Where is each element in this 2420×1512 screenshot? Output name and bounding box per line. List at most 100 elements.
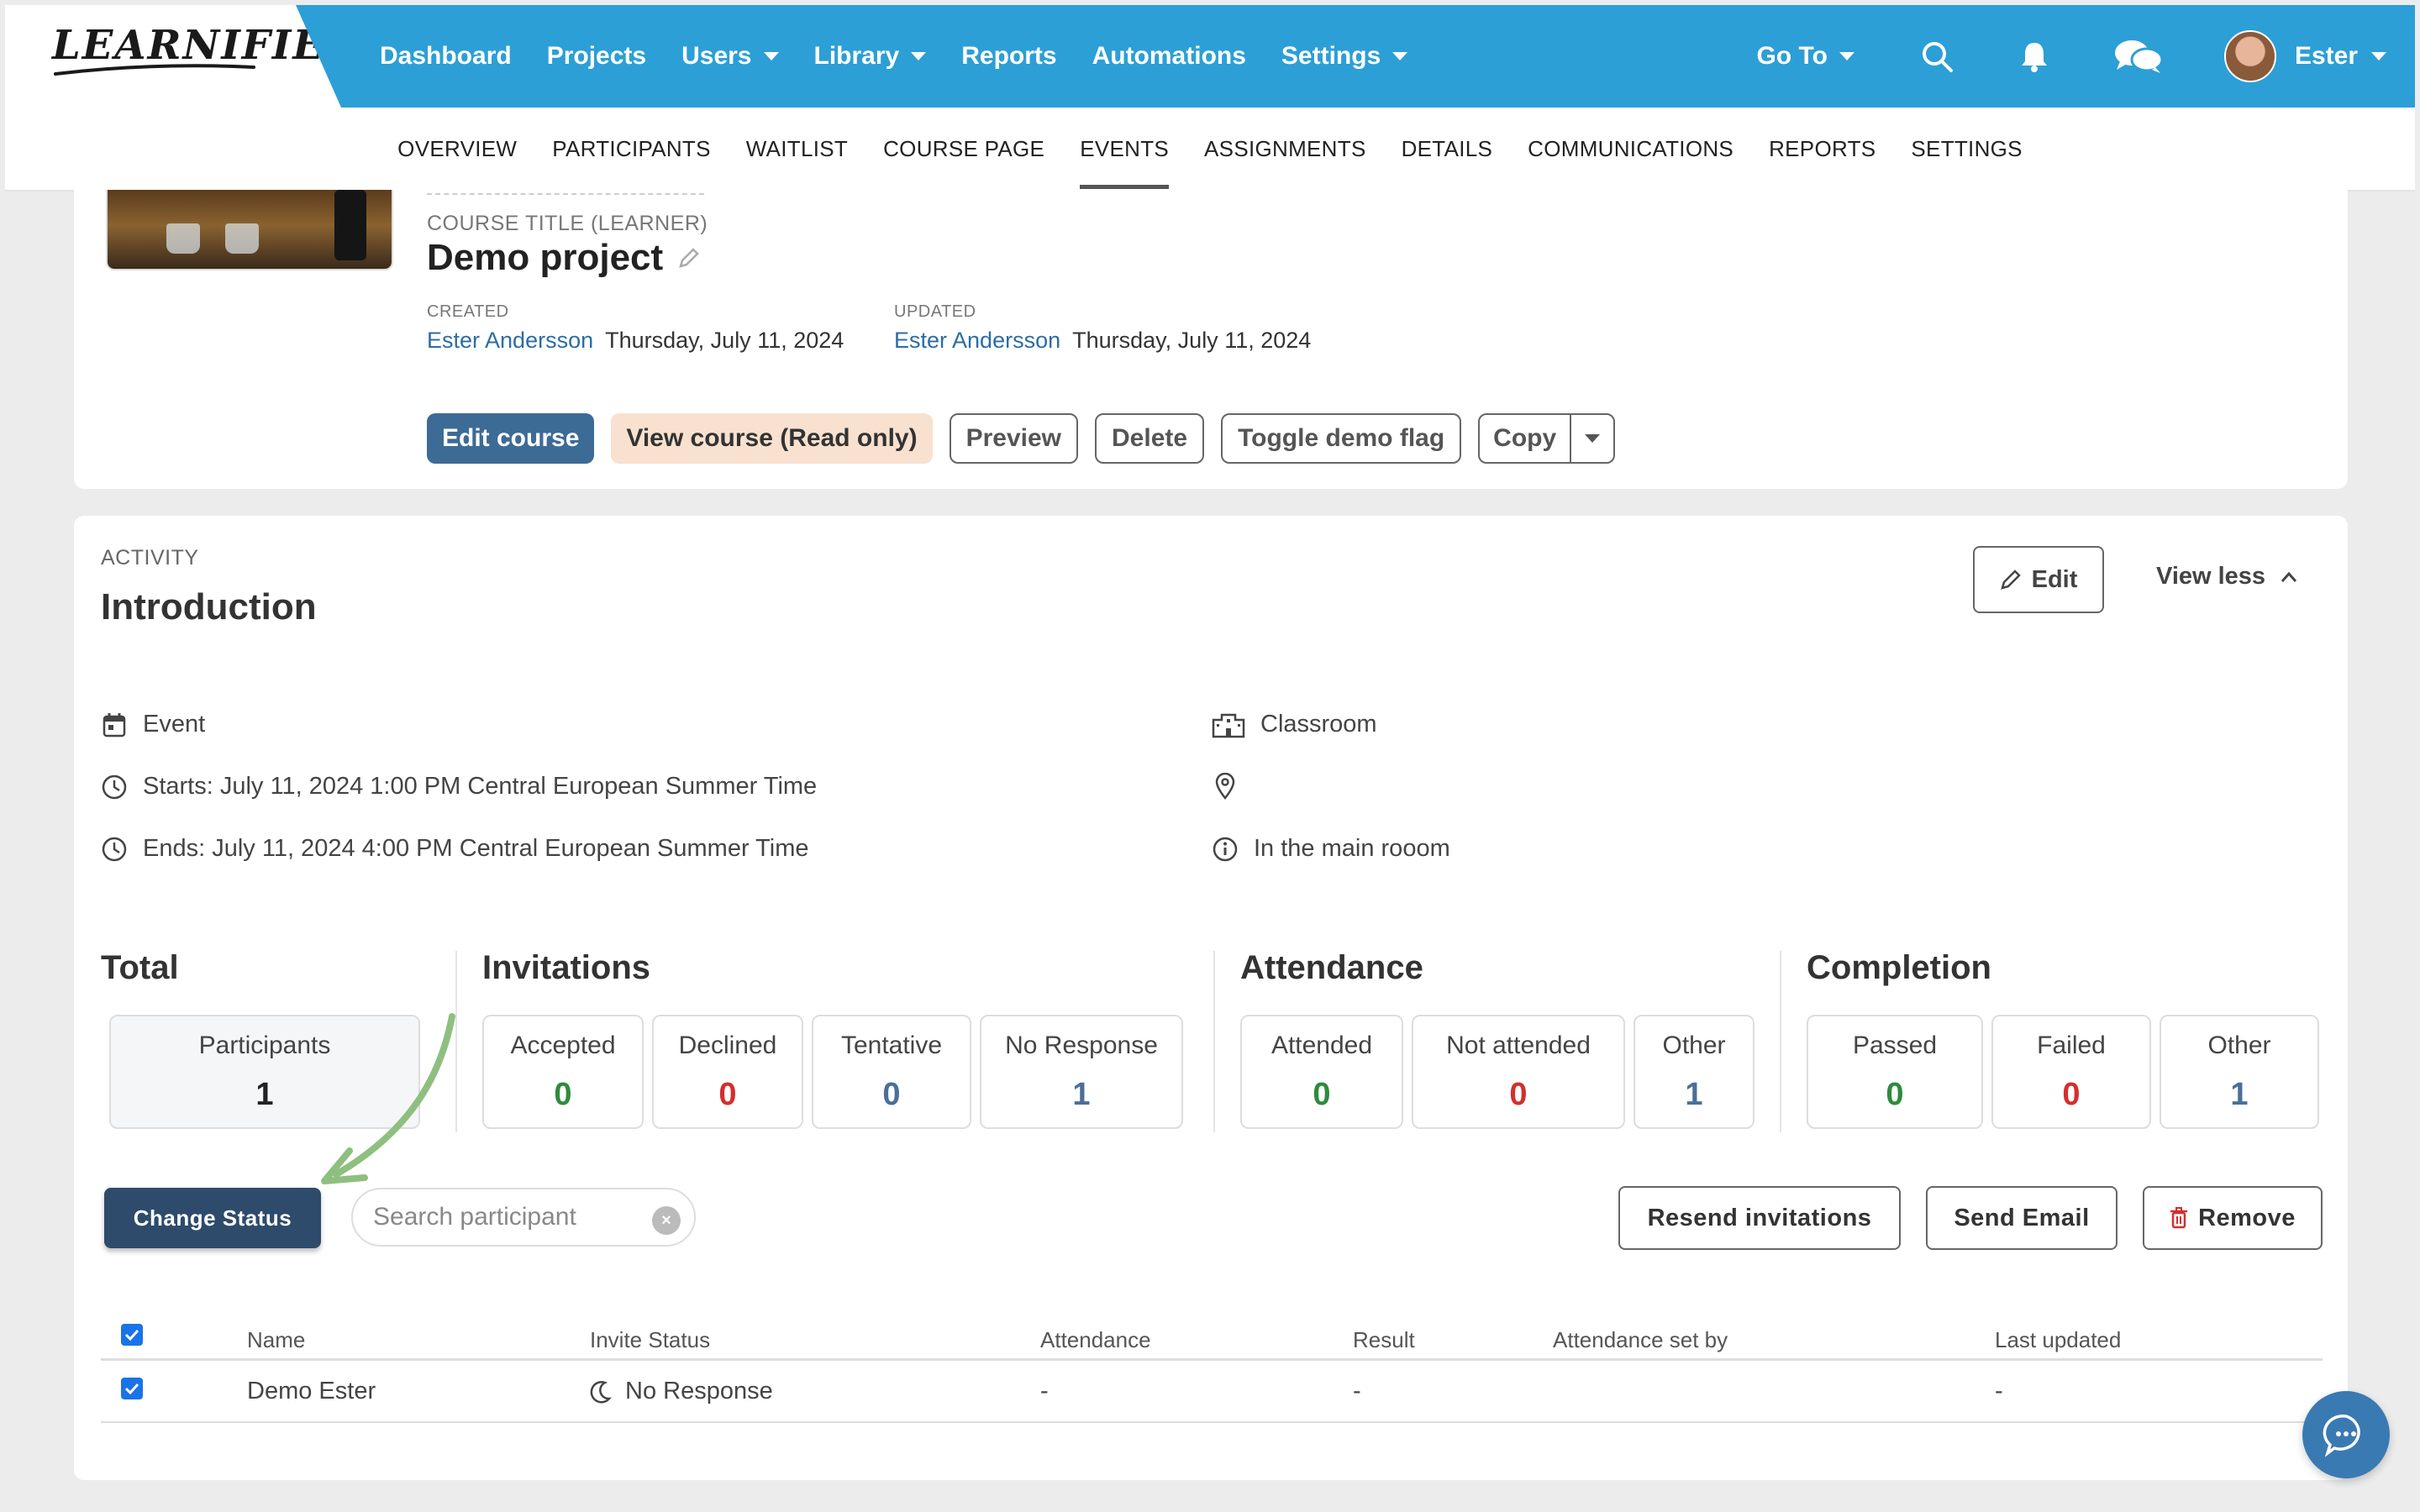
tab-waitlist[interactable]: WAITLIST — [746, 107, 848, 191]
logo-area[interactable]: LEARNIFIER — [5, 5, 341, 108]
stat-label: No Response — [1005, 1032, 1158, 1059]
cell-attendance: - — [1040, 1378, 1049, 1404]
change-status-button[interactable]: Change Status — [104, 1188, 321, 1248]
main-nav: Dashboard Projects Users Library Reports… — [380, 5, 1408, 108]
search-input[interactable]: Search participant — [373, 1203, 576, 1231]
select-all-checkbox[interactable] — [121, 1324, 143, 1346]
chat-support-button[interactable] — [2302, 1391, 2390, 1478]
copy-button[interactable]: Copy — [1480, 415, 1572, 462]
toggle-demo-button[interactable]: Toggle demo flag — [1221, 413, 1462, 464]
stat-attendance-other[interactable]: Other 1 — [1634, 1015, 1754, 1129]
table-row[interactable]: Demo Ester No Response - - - — [101, 1361, 2323, 1423]
edit-course-button[interactable]: Edit course — [427, 413, 595, 464]
chevron-down-icon — [1839, 52, 1854, 60]
delete-button[interactable]: Delete — [1095, 413, 1205, 464]
nav-library[interactable]: Library — [814, 42, 927, 71]
course-actions: Edit course View course (Read only) Prev… — [427, 413, 1616, 464]
cell-last-updated: - — [1995, 1378, 2003, 1404]
chat-icon[interactable] — [2113, 38, 2164, 75]
tab-assignments[interactable]: ASSIGNMENTS — [1204, 107, 1366, 191]
attendance-heading: Attendance — [1240, 949, 1423, 986]
nav-dashboard[interactable]: Dashboard — [380, 42, 512, 71]
tab-settings[interactable]: SETTINGS — [1911, 107, 2022, 191]
stat-completion-other[interactable]: Other 1 — [2160, 1015, 2319, 1129]
edit-label: Edit — [2031, 565, 2078, 593]
row-checkbox[interactable] — [121, 1378, 143, 1399]
stat-no-response[interactable]: No Response 1 — [980, 1015, 1183, 1129]
search-field[interactable]: Search participant × — [351, 1188, 696, 1247]
thumbnail-detail — [334, 190, 366, 260]
tab-communications[interactable]: COMMUNICATIONS — [1528, 107, 1733, 191]
cell-name: Demo Ester — [247, 1378, 376, 1404]
search-icon[interactable] — [1918, 38, 1955, 75]
divider — [1213, 951, 1215, 1132]
user-menu[interactable]: Ester — [2295, 42, 2386, 71]
tab-participants[interactable]: PARTICIPANTS — [552, 107, 711, 191]
participants-table: Name Invite Status Attendance Result Att… — [101, 1310, 2323, 1423]
nav-label: Dashboard — [380, 42, 512, 70]
header-last-updated[interactable]: Last updated — [1995, 1327, 2121, 1353]
course-title-label: COURSE TITLE (LEARNER) — [427, 212, 708, 235]
stat-value: 0 — [1313, 1077, 1331, 1112]
stat-tentative[interactable]: Tentative 0 — [812, 1015, 971, 1129]
nav-users[interactable]: Users — [681, 42, 779, 71]
divider — [427, 193, 704, 195]
stat-attended[interactable]: Attended 0 — [1240, 1015, 1403, 1129]
remove-button[interactable]: Remove — [2143, 1186, 2323, 1250]
nav-reports[interactable]: Reports — [961, 42, 1056, 71]
tab-details[interactable]: DETAILS — [1402, 107, 1493, 191]
view-less-toggle[interactable]: View less — [2156, 563, 2299, 591]
stat-declined[interactable]: Declined 0 — [652, 1015, 803, 1129]
pencil-icon — [2000, 570, 2021, 590]
stat-label: Attended — [1270, 1032, 1373, 1059]
stat-value: 0 — [554, 1077, 572, 1112]
stat-passed[interactable]: Passed 0 — [1807, 1015, 1983, 1129]
remove-label: Remove — [2198, 1204, 2296, 1231]
user-name: Ester — [2294, 42, 2358, 70]
send-email-button[interactable]: Send Email — [1926, 1186, 2118, 1250]
nav-projects[interactable]: Projects — [547, 42, 646, 71]
bell-icon[interactable] — [2016, 38, 2053, 75]
stat-failed[interactable]: Failed 0 — [1991, 1015, 2151, 1129]
course-title-text: Demo project — [427, 237, 664, 278]
header-name[interactable]: Name — [247, 1327, 305, 1353]
updated-by-link[interactable]: Ester Andersson — [894, 328, 1060, 353]
header-attendance[interactable]: Attendance — [1040, 1327, 1151, 1353]
app-window: LEARNIFIER Dashboard Projects Users Libr… — [5, 5, 2415, 1507]
invite-status-text: No Response — [625, 1378, 773, 1404]
stat-value: 1 — [1685, 1077, 1703, 1112]
stat-label: Declined — [678, 1032, 777, 1059]
tab-overview[interactable]: OVERVIEW — [397, 107, 517, 191]
pencil-icon[interactable] — [678, 247, 700, 269]
event-type-row: Event — [101, 711, 205, 738]
header-invite-status[interactable]: Invite Status — [590, 1327, 710, 1353]
nav-automations[interactable]: Automations — [1092, 42, 1246, 71]
nav-label: Users — [681, 42, 752, 70]
goto-menu[interactable]: Go To — [1757, 42, 1854, 71]
stat-value: 0 — [1886, 1077, 1904, 1112]
edit-activity-button[interactable]: Edit — [1973, 546, 2104, 613]
preview-button[interactable]: Preview — [949, 413, 1079, 464]
thumbnail-detail — [225, 223, 259, 254]
tab-reports[interactable]: REPORTS — [1769, 107, 1876, 191]
clear-icon[interactable]: × — [652, 1206, 681, 1235]
nav-label: Library — [813, 42, 900, 70]
avatar[interactable] — [2223, 30, 2276, 82]
view-course-button[interactable]: View course (Read only) — [611, 413, 933, 464]
copy-dropdown-button[interactable] — [1571, 415, 1613, 462]
tab-events[interactable]: EVENTS — [1080, 107, 1169, 191]
header-result[interactable]: Result — [1353, 1327, 1415, 1353]
created-by-link[interactable]: Ester Andersson — [427, 328, 593, 353]
nav-label: Automations — [1092, 42, 1246, 70]
resend-invitations-button[interactable]: Resend invitations — [1618, 1186, 1901, 1250]
header-attendance-set-by[interactable]: Attendance set by — [1553, 1327, 1728, 1353]
stat-accepted[interactable]: Accepted 0 — [482, 1015, 644, 1129]
activity-label: ACTIVITY — [101, 546, 199, 570]
tab-course-page[interactable]: COURSE PAGE — [883, 107, 1044, 191]
nav-settings[interactable]: Settings — [1281, 42, 1408, 71]
starts-text: Starts: July 11, 2024 1:00 PM Central Eu… — [143, 773, 818, 800]
chevron-down-icon — [911, 52, 927, 60]
chevron-up-icon — [2281, 571, 2297, 582]
stat-value: 0 — [882, 1077, 901, 1112]
stat-not-attended[interactable]: Not attended 0 — [1412, 1015, 1625, 1129]
